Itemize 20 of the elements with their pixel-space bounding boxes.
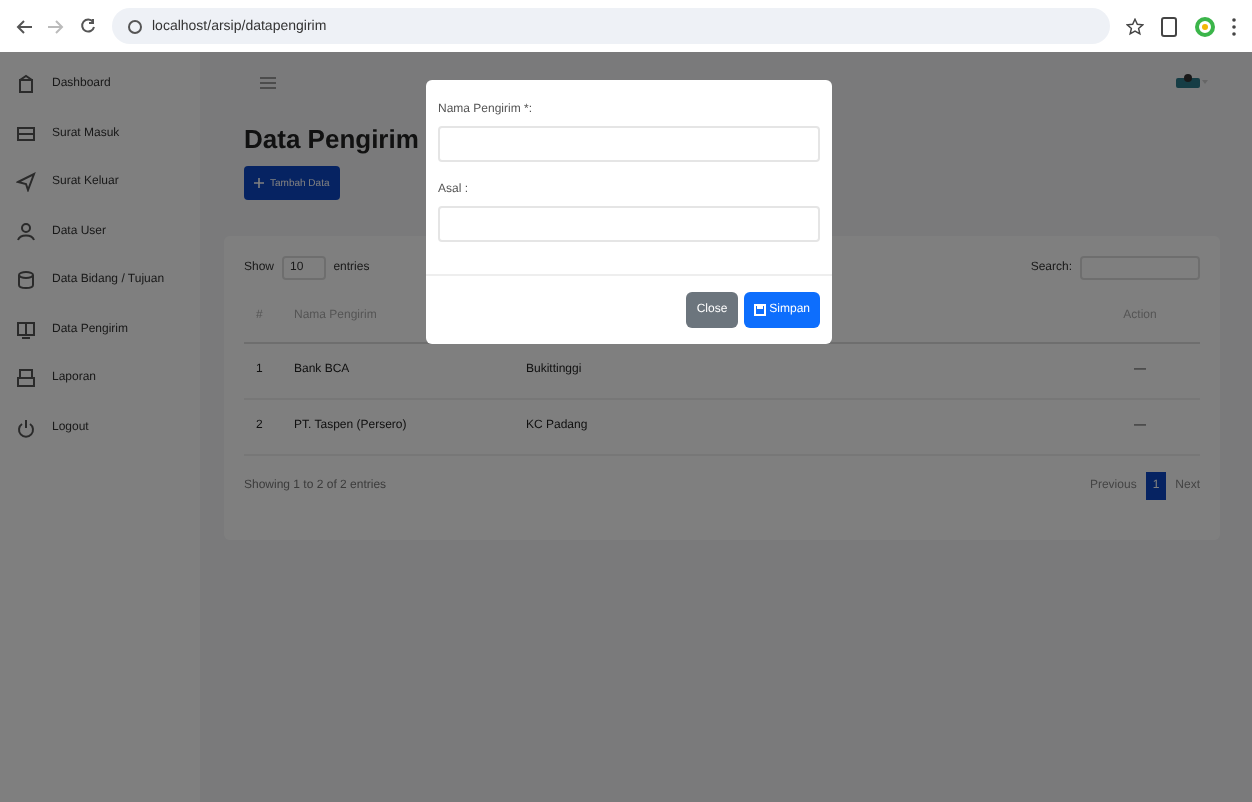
- user-icon: [16, 221, 36, 242]
- back-icon[interactable]: [16, 19, 32, 33]
- profile-icon[interactable]: [1194, 15, 1216, 37]
- reload-icon[interactable]: [80, 18, 96, 34]
- input-field[interactable]: [438, 205, 820, 241]
- paper-plane-icon: [16, 172, 36, 193]
- star-icon[interactable]: [1126, 17, 1144, 35]
- floppy-icon: [753, 304, 766, 316]
- input-field[interactable]: [438, 126, 820, 162]
- extension-icon[interactable]: [1160, 15, 1178, 37]
- user-logo-icon[interactable]: [1176, 74, 1208, 90]
- page-title: Data Pengirim: [244, 124, 419, 154]
- monitor-icon: [16, 319, 36, 340]
- database-icon: [16, 270, 36, 291]
- plus-icon: [254, 178, 264, 188]
- envelope-icon: [16, 123, 36, 144]
- power-icon: [16, 417, 36, 438]
- site-info-icon[interactable]: [128, 19, 142, 33]
- home-icon: [16, 74, 36, 95]
- printer-icon: [16, 368, 36, 389]
